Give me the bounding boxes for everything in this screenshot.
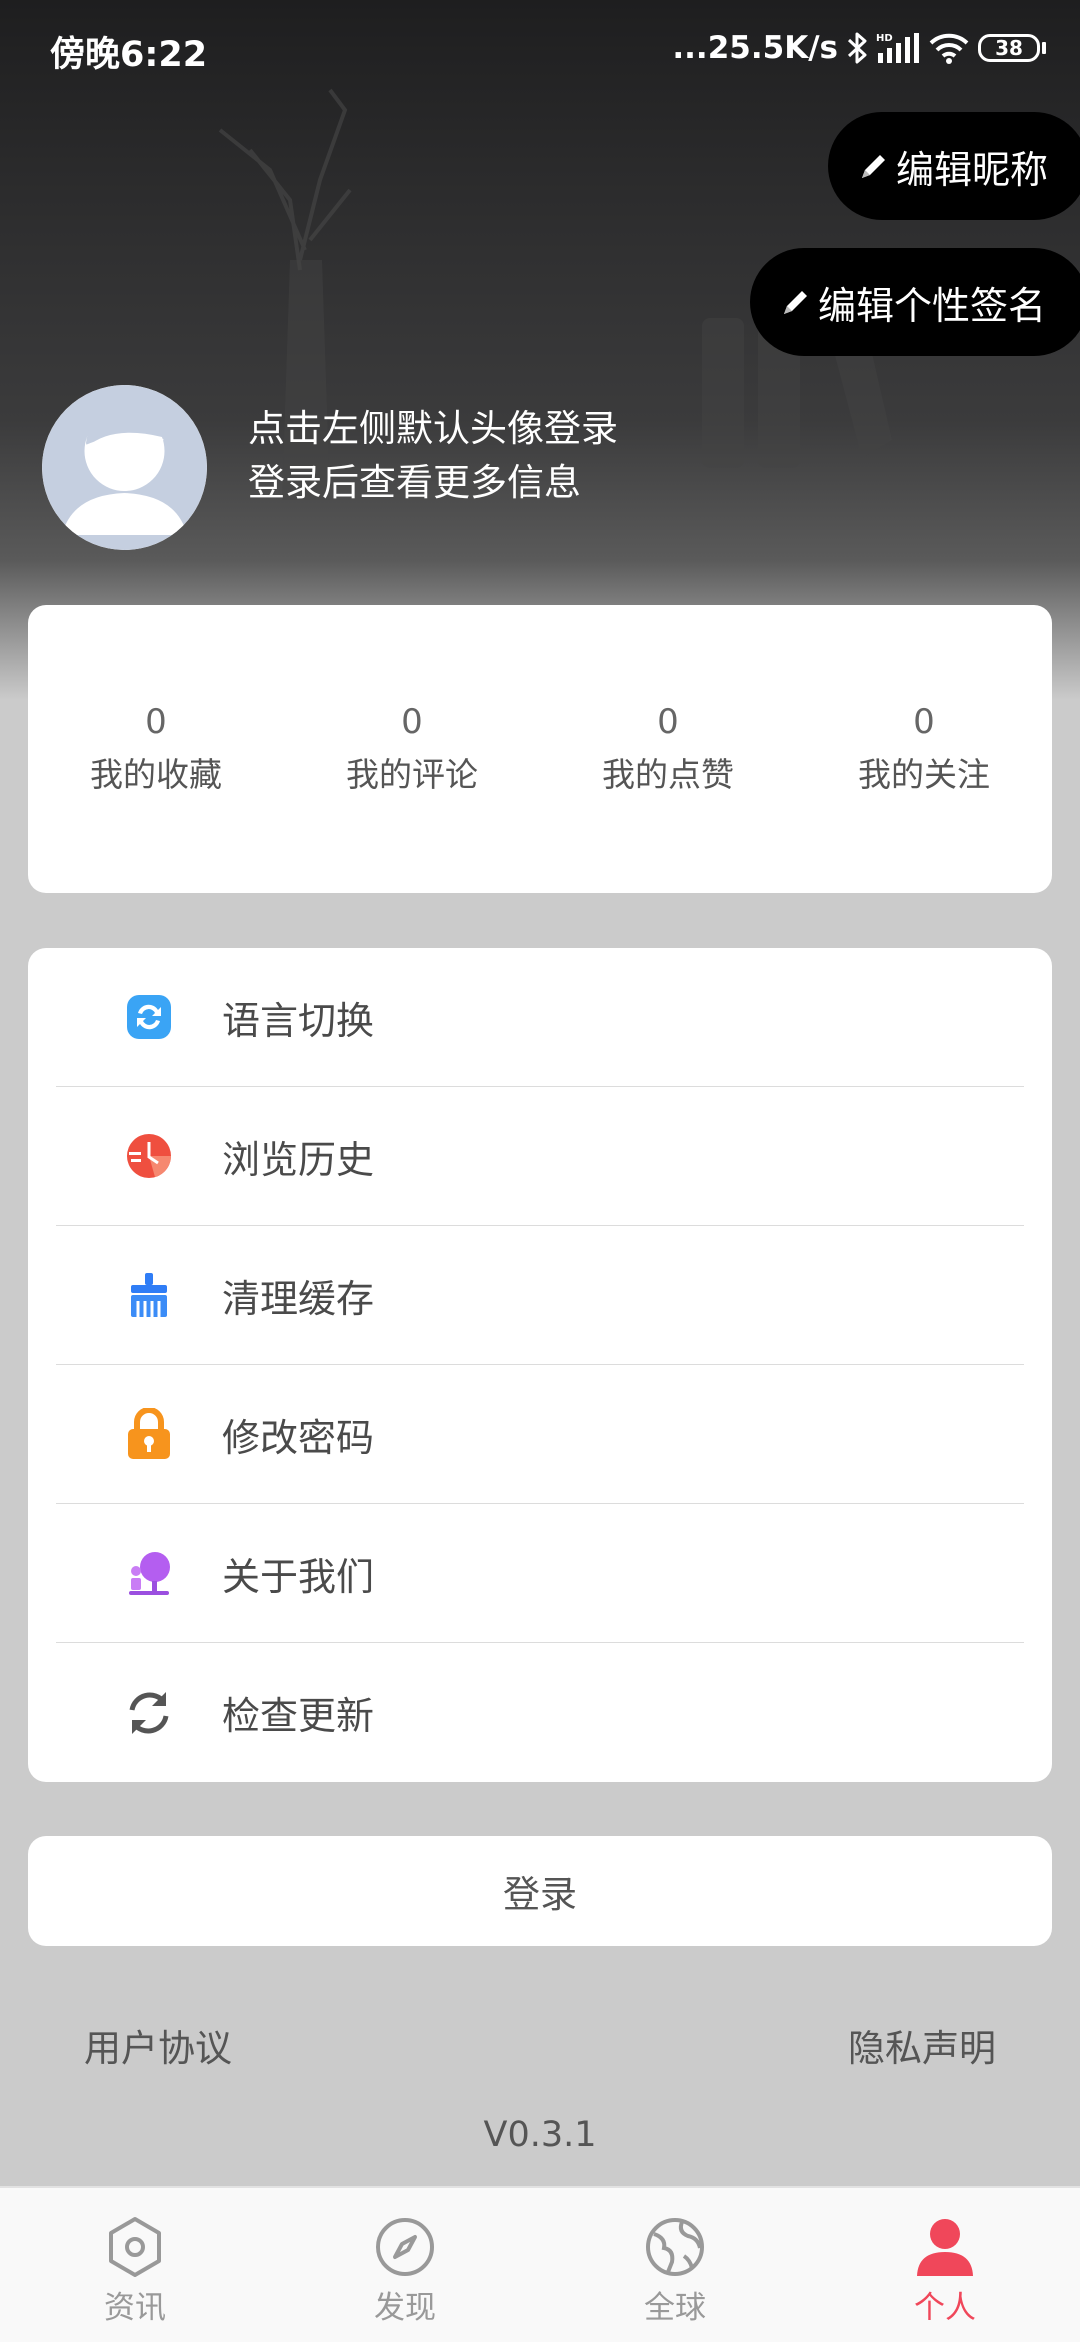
wifi-icon (929, 33, 969, 64)
tab-label: 全球 (644, 2290, 706, 2326)
bluetooth-icon (847, 32, 867, 64)
app-version: V0.3.1 (483, 2115, 597, 2155)
stat-favorites[interactable]: 0 我的收藏 (28, 702, 284, 796)
globe-icon (646, 2218, 704, 2276)
login-tip-line2: 登录后查看更多信息 (248, 461, 581, 504)
menu-item-history[interactable]: 浏览历史 (56, 1087, 1024, 1226)
signal-icon: HD (876, 33, 919, 63)
hexagon-icon (109, 2217, 161, 2277)
status-indicators: ...25.5K/s HD 38 (672, 24, 1046, 72)
lock-icon (124, 1408, 174, 1459)
menu-item-language[interactable]: 语言切换 (56, 948, 1024, 1087)
person-icon (917, 2219, 973, 2276)
stat-label: 我的收藏 (90, 755, 222, 794)
stats-card: 0 我的收藏 0 我的评论 0 我的点赞 0 我的关注 (28, 605, 1052, 893)
menu-item-change-password[interactable]: 修改密码 (56, 1365, 1024, 1504)
stat-likes[interactable]: 0 我的点赞 (540, 702, 796, 796)
menu-label: 修改密码 (222, 1415, 375, 1460)
menu-label: 语言切换 (222, 998, 375, 1043)
login-tip: 点击左侧默认头像登录 登录后查看更多信息 (248, 402, 618, 510)
stat-label: 我的关注 (858, 755, 990, 794)
pencil-icon (862, 155, 885, 178)
status-time: 傍晚6:22 (50, 35, 208, 75)
stat-following[interactable]: 0 我的关注 (796, 702, 1052, 796)
edit-signature-label: 编辑个性签名 (818, 283, 1047, 328)
menu-label: 关于我们 (222, 1554, 375, 1599)
bottom-tab-bar: 资讯 发现 全球 个人 (0, 2186, 1080, 2342)
battery-level: 38 (978, 34, 1040, 62)
edit-nickname-label: 编辑昵称 (896, 147, 1049, 192)
privacy-statement-link[interactable]: 隐私声明 (848, 2018, 996, 2072)
tab-label: 发现 (374, 2290, 436, 2326)
tab-label: 资讯 (104, 2290, 166, 2326)
menu-label: 检查更新 (222, 1694, 375, 1738)
stat-value: 0 (145, 702, 167, 742)
tab-profile[interactable]: 个人 (810, 2188, 1080, 2342)
stat-label: 我的点赞 (602, 755, 734, 794)
edit-nickname-button[interactable]: 编辑昵称 (828, 112, 1080, 220)
default-avatar[interactable] (42, 385, 207, 550)
tab-discover[interactable]: 发现 (270, 2188, 540, 2342)
stat-comments[interactable]: 0 我的评论 (284, 702, 540, 796)
refresh-icon (124, 1688, 174, 1738)
edit-signature-button[interactable]: 编辑个性签名 (750, 248, 1080, 356)
about-us-icon (124, 1548, 174, 1598)
broom-icon (124, 1270, 174, 1320)
pencil-icon (784, 291, 807, 314)
stat-value: 0 (913, 702, 935, 742)
tab-label: 个人 (914, 2290, 976, 2326)
avatar-person-icon (42, 385, 207, 550)
stat-label: 我的评论 (346, 755, 478, 794)
menu-label: 浏览历史 (222, 1137, 375, 1182)
stat-value: 0 (401, 702, 423, 742)
settings-menu: 语言切换 浏览历史 清理缓存 修改密码 关于我们 检查更新 (28, 948, 1052, 1782)
login-tip-line1: 点击左侧默认头像登录 (248, 407, 618, 450)
history-clock-icon (124, 1131, 174, 1181)
svg-text:HD: HD (876, 33, 893, 44)
compass-icon (376, 2218, 434, 2276)
battery-icon: 38 (978, 34, 1046, 62)
status-bar: 傍晚6:22 ...25.5K/s HD 38 (0, 0, 1080, 96)
stat-value: 0 (657, 702, 679, 742)
language-switch-icon (124, 992, 174, 1042)
tab-news[interactable]: 资讯 (0, 2188, 270, 2342)
tab-global[interactable]: 全球 (540, 2188, 810, 2342)
login-button[interactable]: 登录 (28, 1836, 1052, 1946)
user-agreement-link[interactable]: 用户协议 (84, 2018, 232, 2072)
menu-item-check-update[interactable]: 检查更新 (56, 1643, 1024, 1782)
menu-item-about-us[interactable]: 关于我们 (56, 1504, 1024, 1643)
menu-label: 清理缓存 (222, 1276, 375, 1321)
network-speed: ...25.5K/s (672, 30, 838, 66)
menu-item-clear-cache[interactable]: 清理缓存 (56, 1226, 1024, 1365)
